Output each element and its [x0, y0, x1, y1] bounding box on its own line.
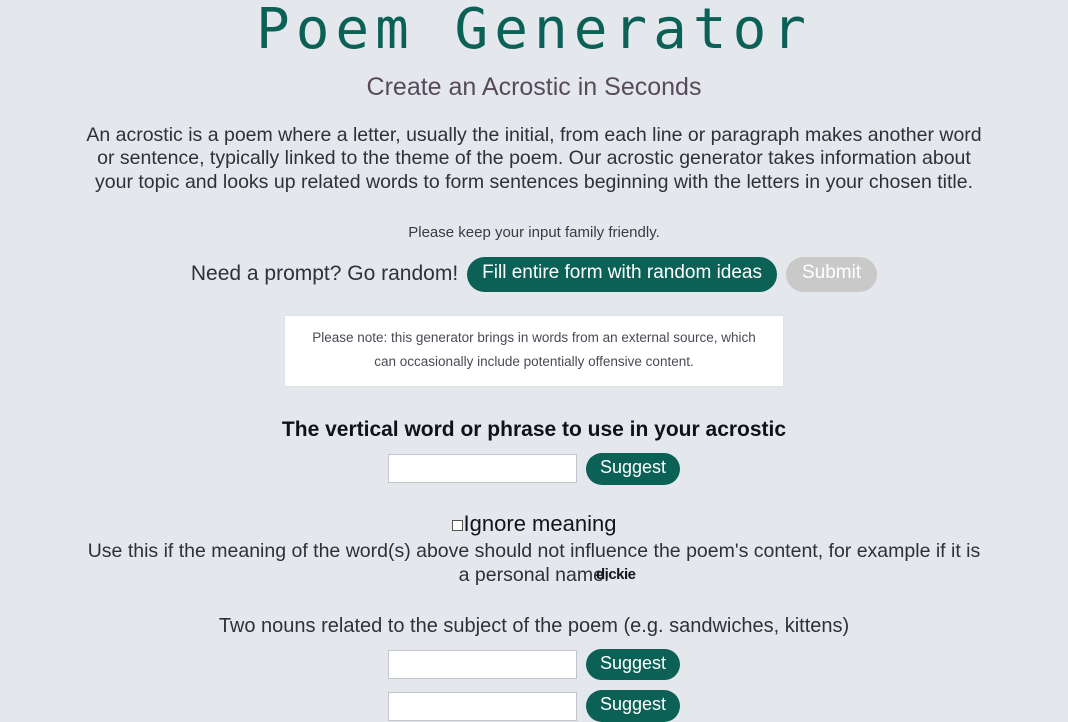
- suggest-noun-1-button[interactable]: Suggest: [585, 648, 681, 681]
- ignore-meaning-help-text: Use this if the meaning of the word(s) a…: [87, 539, 981, 586]
- external-source-note: Please note: this generator brings in wo…: [284, 314, 784, 387]
- page-subtitle: Create an Acrostic in Seconds: [366, 73, 702, 101]
- suggest-vertical-word-button[interactable]: Suggest: [585, 452, 681, 485]
- submit-button[interactable]: Submit: [786, 257, 878, 292]
- noun-input-2[interactable]: [387, 691, 577, 721]
- random-prompt-row: Need a prompt? Go random! Fill entire fo…: [0, 257, 1068, 292]
- fill-random-button[interactable]: Fill entire form with random ideas: [467, 257, 777, 292]
- family-friendly-notice: Please keep your input family friendly.: [408, 224, 660, 241]
- vertical-word-label: The vertical word or phrase to use in yo…: [281, 417, 787, 441]
- vertical-word-row: Suggest: [0, 452, 1068, 485]
- ignore-meaning-row: Ignore meaning: [0, 511, 1068, 537]
- page-title: Poem Generator: [255, 0, 812, 62]
- noun-input-1[interactable]: [387, 650, 577, 680]
- intro-paragraph: An acrostic is a poem where a letter, us…: [86, 123, 982, 193]
- noun-row-1: Suggest: [0, 648, 1068, 681]
- noun-row-2: Suggest: [0, 690, 1068, 722]
- vertical-word-input[interactable]: [387, 454, 577, 484]
- ignore-meaning-checkbox[interactable]: [451, 520, 463, 532]
- ignore-meaning-help: Use this if the meaning of the word(s) a…: [84, 539, 984, 587]
- poem-generator-page: Poem Generator Create an Acrostic in Sec…: [0, 0, 1068, 722]
- nouns-label: Two nouns related to the subject of the …: [218, 614, 850, 637]
- random-prompt-label: Need a prompt? Go random!: [190, 262, 459, 286]
- ignore-meaning-label[interactable]: Ignore meaning: [464, 511, 617, 537]
- suggest-noun-2-button[interactable]: Suggest: [585, 690, 681, 722]
- overlapping-suggestion-text: dickie: [596, 565, 636, 583]
